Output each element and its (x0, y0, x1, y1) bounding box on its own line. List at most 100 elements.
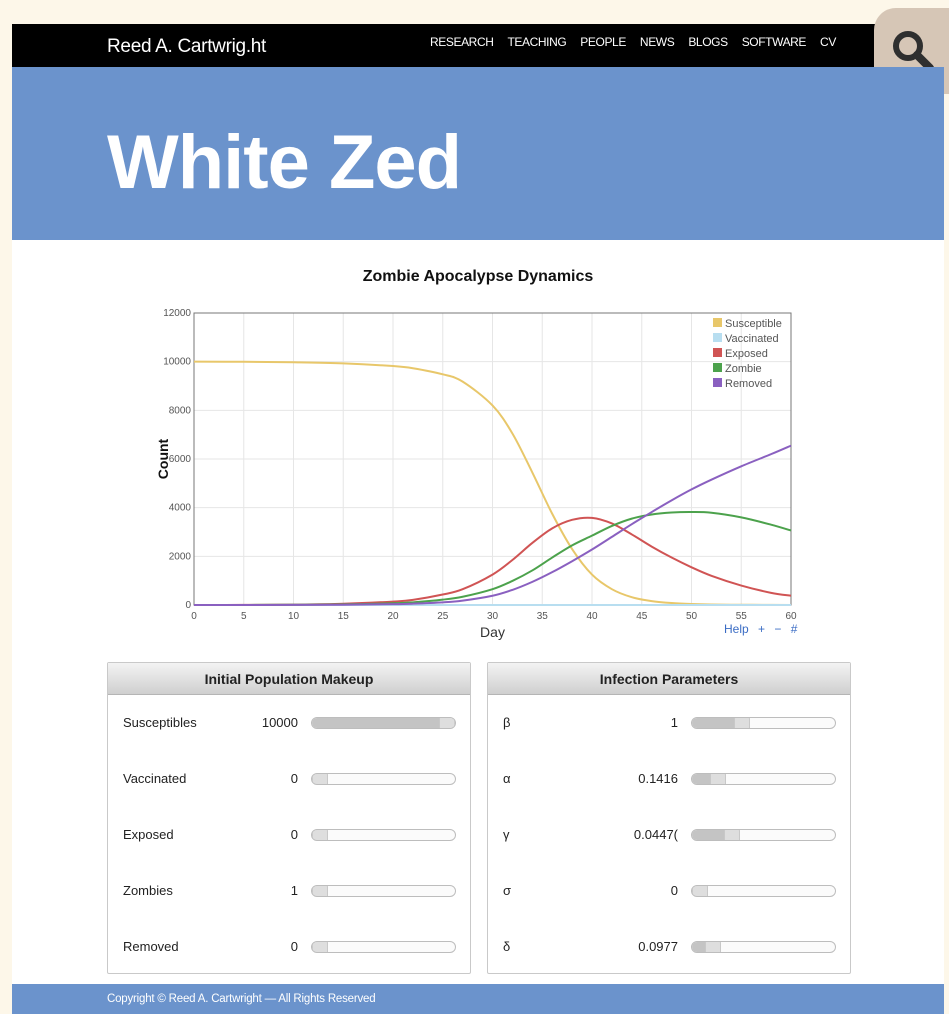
x-tick-label: 40 (586, 611, 598, 622)
chart-zoom-out-link[interactable]: − (774, 622, 781, 636)
parameter-value[interactable]: 0.0977 (638, 939, 678, 954)
chart-links: Help + − # (724, 622, 803, 636)
legend-swatch-zombie (713, 363, 722, 372)
parameter-slider[interactable] (691, 773, 836, 785)
nav-research[interactable]: RESEARCH (430, 35, 494, 49)
legend-label-removed: Removed (725, 378, 772, 390)
parameter-slider[interactable] (311, 885, 456, 897)
parameter-row: Zombies 1 (108, 879, 470, 903)
parameter-label: γ (503, 827, 510, 842)
parameter-value[interactable]: 1 (291, 883, 298, 898)
parameter-label: β (503, 715, 511, 730)
chart-permalink[interactable]: # (791, 622, 798, 636)
slider-thumb[interactable] (439, 718, 455, 728)
slider-thumb[interactable] (723, 830, 740, 840)
parameter-label: Susceptibles (123, 715, 197, 730)
parameter-slider[interactable] (691, 941, 836, 953)
parameter-row: δ 0.0977 (488, 935, 850, 959)
legend-swatch-exposed (713, 348, 722, 357)
legend-swatch-removed (713, 378, 722, 387)
legend-label-exposed: Exposed (725, 348, 768, 360)
nav-people[interactable]: PEOPLE (580, 35, 626, 49)
parameter-slider[interactable] (311, 829, 456, 841)
parameter-label: Removed (123, 939, 179, 954)
parameter-row: Susceptibles 10000 (108, 711, 470, 735)
y-tick-label: 12000 (163, 308, 191, 319)
parameter-slider[interactable] (691, 885, 836, 897)
page-title: White Zed (107, 120, 462, 205)
nav-news[interactable]: NEWS (640, 35, 675, 49)
parameter-value[interactable]: 10000 (262, 715, 298, 730)
legend-label-zombie: Zombie (725, 363, 762, 375)
main-nav: RESEARCH TEACHING PEOPLE NEWS BLOGS SOFT… (430, 35, 850, 49)
slider-thumb[interactable] (312, 830, 328, 840)
copyright-text: Copyright © Reed A. Cartwright — All Rig… (107, 993, 376, 1005)
nav-blogs[interactable]: BLOGS (688, 35, 728, 49)
x-tick-label: 15 (338, 611, 350, 622)
parameter-slider[interactable] (691, 829, 836, 841)
parameter-label: Exposed (123, 827, 174, 842)
parameter-slider[interactable] (311, 773, 456, 785)
footer: Copyright © Reed A. Cartwright — All Rig… (12, 984, 944, 1014)
parameter-value[interactable]: 0 (291, 939, 298, 954)
x-tick-label: 10 (288, 611, 300, 622)
x-tick-label: 30 (487, 611, 499, 622)
population-panel-title: Initial Population Makeup (108, 663, 470, 695)
y-tick-label: 4000 (169, 503, 192, 514)
parameter-label: σ (503, 883, 512, 898)
parameter-slider[interactable] (311, 717, 456, 729)
x-tick-label: 50 (686, 611, 698, 622)
parameter-slider[interactable] (311, 941, 456, 953)
parameter-row: Removed 0 (108, 935, 470, 959)
chart-help-link[interactable]: Help (724, 622, 749, 636)
legend-swatch-vaccinated (713, 333, 722, 342)
x-tick-label: 20 (387, 611, 399, 622)
parameter-row: α 0.1416 (488, 767, 850, 791)
nav-cv[interactable]: CV (820, 35, 836, 49)
slider-thumb[interactable] (312, 886, 328, 896)
chart-title: Zombie Apocalypse Dynamics (362, 268, 594, 285)
parameter-value[interactable]: 0 (291, 771, 298, 786)
parameter-value[interactable]: 0.1416 (638, 771, 678, 786)
parameter-label: Zombies (123, 883, 173, 898)
parameter-row: Exposed 0 (108, 823, 470, 847)
x-tick-label: 55 (736, 611, 748, 622)
parameter-value[interactable]: 0 (671, 883, 678, 898)
nav-software[interactable]: SOFTWARE (742, 35, 807, 49)
slider-thumb[interactable] (709, 774, 726, 784)
slider-thumb[interactable] (312, 942, 328, 952)
slider-thumb[interactable] (733, 718, 750, 728)
site-brand[interactable]: Reed A. Cartwrig.ht (107, 36, 266, 58)
parameter-value[interactable]: 0.0447( (634, 827, 678, 842)
hero-banner: White Zed (12, 67, 944, 240)
parameter-value[interactable]: 1 (671, 715, 678, 730)
parameter-row: γ 0.0447( (488, 823, 850, 847)
slider-thumb[interactable] (704, 942, 721, 952)
x-tick-label: 0 (191, 611, 197, 622)
y-tick-label: 6000 (169, 454, 192, 465)
parameter-row: β1 (488, 711, 850, 735)
infection-panel: Infection Parameters β 1 α 0.1416 γ 0.0447(σ 0… (487, 662, 851, 974)
parameter-row: σ0 (488, 879, 850, 903)
slider-thumb[interactable] (312, 774, 328, 784)
population-panel: Initial Population Makeup Susceptibles 10… (107, 662, 471, 974)
slider-thumb[interactable] (692, 886, 708, 896)
chart-zoom-in-link[interactable]: + (758, 622, 765, 636)
top-nav-bar: Reed A. Cartwrig.ht RESEARCH TEACHING PE… (12, 24, 944, 67)
x-tick-label: 60 (785, 611, 797, 622)
parameter-value[interactable]: 0 (291, 827, 298, 842)
x-tick-label: 5 (241, 611, 247, 622)
y-tick-label: 10000 (163, 357, 191, 368)
slider-fill (312, 718, 447, 728)
x-tick-label: 25 (437, 611, 449, 622)
y-tick-label: 2000 (169, 551, 192, 562)
legend-swatch-susceptible (713, 318, 722, 327)
infection-panel-title: Infection Parameters (488, 663, 850, 695)
x-axis-label: Day (480, 624, 505, 640)
legend-label-vaccinated: Vaccinated (725, 333, 779, 345)
x-tick-label: 45 (636, 611, 648, 622)
main-content: Zombie Apocalypse Dynamics 0 5 10 15 20 25 30 3… (12, 240, 944, 984)
nav-teaching[interactable]: TEACHING (507, 35, 566, 49)
parameter-slider[interactable] (691, 717, 836, 729)
legend-label-susceptible: Susceptible (725, 318, 782, 330)
